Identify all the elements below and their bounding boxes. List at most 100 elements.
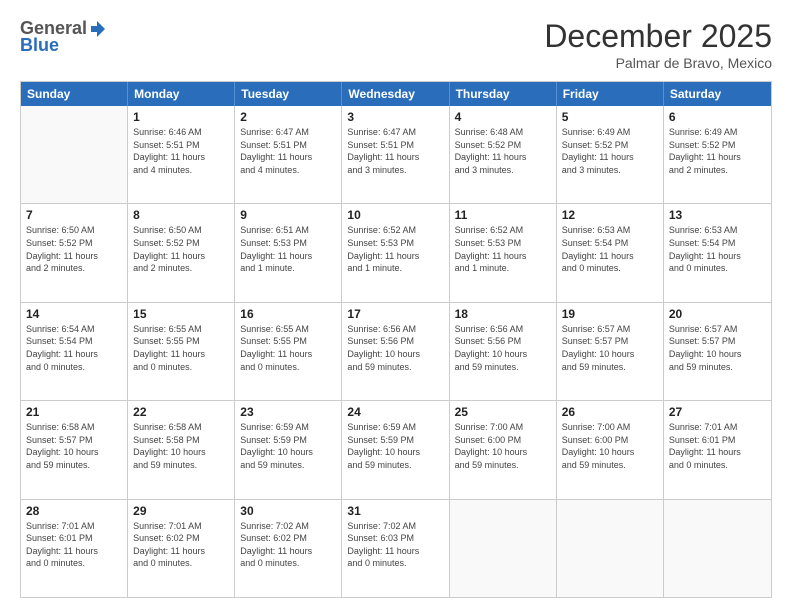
day-number: 5 <box>562 110 658 124</box>
calendar-cell: 31 Sunrise: 7:02 AM Sunset: 6:03 PM Dayli… <box>342 500 449 597</box>
day-number: 26 <box>562 405 658 419</box>
day-info: Sunrise: 7:02 AM Sunset: 6:03 PM Dayligh… <box>347 520 443 570</box>
calendar-row: 14 Sunrise: 6:54 AM Sunset: 5:54 PM Dayli… <box>21 302 771 400</box>
month-title: December 2025 <box>544 18 772 55</box>
calendar-cell: 22 Sunrise: 6:58 AM Sunset: 5:58 PM Dayli… <box>128 401 235 498</box>
day-number: 19 <box>562 307 658 321</box>
calendar-cell <box>557 500 664 597</box>
day-info: Sunrise: 6:53 AM Sunset: 5:54 PM Dayligh… <box>562 224 658 274</box>
calendar-cell: 17 Sunrise: 6:56 AM Sunset: 5:56 PM Dayli… <box>342 303 449 400</box>
calendar-cell: 14 Sunrise: 6:54 AM Sunset: 5:54 PM Dayli… <box>21 303 128 400</box>
day-info: Sunrise: 6:58 AM Sunset: 5:57 PM Dayligh… <box>26 421 122 471</box>
calendar-cell: 12 Sunrise: 6:53 AM Sunset: 5:54 PM Dayli… <box>557 204 664 301</box>
calendar-cell: 2Sunrise: 6:47 AM Sunset: 5:51 PM Daylig… <box>235 106 342 203</box>
day-info: Sunrise: 6:55 AM Sunset: 5:55 PM Dayligh… <box>240 323 336 373</box>
calendar-cell: 28 Sunrise: 7:01 AM Sunset: 6:01 PM Dayli… <box>21 500 128 597</box>
calendar-row: 21 Sunrise: 6:58 AM Sunset: 5:57 PM Dayli… <box>21 400 771 498</box>
day-info: Sunrise: 6:46 AM Sunset: 5:51 PM Dayligh… <box>133 126 229 176</box>
calendar-cell: 1 Sunrise: 6:46 AM Sunset: 5:51 PM Daylig… <box>128 106 235 203</box>
calendar-cell: 20 Sunrise: 6:57 AM Sunset: 5:57 PM Dayli… <box>664 303 771 400</box>
day-info: Sunrise: 6:58 AM Sunset: 5:58 PM Dayligh… <box>133 421 229 471</box>
day-number: 28 <box>26 504 122 518</box>
calendar-row: 1 Sunrise: 6:46 AM Sunset: 5:51 PM Daylig… <box>21 106 771 203</box>
day-info: Sunrise: 6:47 AM Sunset: 5:51 PM Dayligh… <box>347 126 443 176</box>
day-info: Sunrise: 6:51 AM Sunset: 5:53 PM Dayligh… <box>240 224 336 274</box>
day-number: 13 <box>669 208 766 222</box>
day-number: 7 <box>26 208 122 222</box>
day-number: 27 <box>669 405 766 419</box>
calendar-cell: 3Sunrise: 6:47 AM Sunset: 5:51 PM Daylig… <box>342 106 449 203</box>
calendar-cell <box>664 500 771 597</box>
day-info: Sunrise: 7:00 AM Sunset: 6:00 PM Dayligh… <box>562 421 658 471</box>
calendar-cell: 30 Sunrise: 7:02 AM Sunset: 6:02 PM Dayli… <box>235 500 342 597</box>
calendar-cell: 15 Sunrise: 6:55 AM Sunset: 5:55 PM Dayli… <box>128 303 235 400</box>
calendar-cell: 27 Sunrise: 7:01 AM Sunset: 6:01 PM Dayli… <box>664 401 771 498</box>
calendar-cell: 18 Sunrise: 6:56 AM Sunset: 5:56 PM Dayli… <box>450 303 557 400</box>
logo-icon <box>87 19 107 39</box>
day-info: Sunrise: 6:53 AM Sunset: 5:54 PM Dayligh… <box>669 224 766 274</box>
day-number: 1 <box>133 110 229 124</box>
day-info: Sunrise: 6:56 AM Sunset: 5:56 PM Dayligh… <box>347 323 443 373</box>
day-number: 31 <box>347 504 443 518</box>
day-number: 4 <box>455 110 551 124</box>
calendar: SundayMondayTuesdayWednesdayThursdayFrid… <box>20 81 772 598</box>
day-info: Sunrise: 7:01 AM Sunset: 6:02 PM Dayligh… <box>133 520 229 570</box>
day-info: Sunrise: 6:57 AM Sunset: 5:57 PM Dayligh… <box>669 323 766 373</box>
day-number: 12 <box>562 208 658 222</box>
day-number: 14 <box>26 307 122 321</box>
calendar-cell: 7 Sunrise: 6:50 AM Sunset: 5:52 PM Daylig… <box>21 204 128 301</box>
day-info: Sunrise: 7:00 AM Sunset: 6:00 PM Dayligh… <box>455 421 551 471</box>
day-info: Sunrise: 6:55 AM Sunset: 5:55 PM Dayligh… <box>133 323 229 373</box>
day-number: 22 <box>133 405 229 419</box>
logo: General Blue <box>20 18 107 56</box>
logo-blue-text: Blue <box>20 35 59 56</box>
day-info: Sunrise: 6:59 AM Sunset: 5:59 PM Dayligh… <box>347 421 443 471</box>
day-number: 8 <box>133 208 229 222</box>
day-info: Sunrise: 6:57 AM Sunset: 5:57 PM Dayligh… <box>562 323 658 373</box>
day-info: Sunrise: 7:01 AM Sunset: 6:01 PM Dayligh… <box>26 520 122 570</box>
day-info: Sunrise: 6:54 AM Sunset: 5:54 PM Dayligh… <box>26 323 122 373</box>
calendar-cell: 26 Sunrise: 7:00 AM Sunset: 6:00 PM Dayli… <box>557 401 664 498</box>
calendar-header: SundayMondayTuesdayWednesdayThursdayFrid… <box>21 82 771 106</box>
day-number: 20 <box>669 307 766 321</box>
day-info: Sunrise: 7:02 AM Sunset: 6:02 PM Dayligh… <box>240 520 336 570</box>
day-number: 18 <box>455 307 551 321</box>
calendar-cell: 9 Sunrise: 6:51 AM Sunset: 5:53 PM Daylig… <box>235 204 342 301</box>
day-info: Sunrise: 6:56 AM Sunset: 5:56 PM Dayligh… <box>455 323 551 373</box>
calendar-cell: 29Sunrise: 7:01 AM Sunset: 6:02 PM Dayli… <box>128 500 235 597</box>
day-number: 10 <box>347 208 443 222</box>
title-area: December 2025 Palmar de Bravo, Mexico <box>544 18 772 71</box>
page: General Blue December 2025 Palmar de Bra… <box>0 0 792 612</box>
calendar-row: 7 Sunrise: 6:50 AM Sunset: 5:52 PM Daylig… <box>21 203 771 301</box>
weekday-header: Sunday <box>21 82 128 106</box>
calendar-cell: 13 Sunrise: 6:53 AM Sunset: 5:54 PM Dayli… <box>664 204 771 301</box>
day-number: 30 <box>240 504 336 518</box>
calendar-cell: 5 Sunrise: 6:49 AM Sunset: 5:52 PM Daylig… <box>557 106 664 203</box>
calendar-cell: 10Sunrise: 6:52 AM Sunset: 5:53 PM Dayli… <box>342 204 449 301</box>
day-number: 23 <box>240 405 336 419</box>
day-number: 24 <box>347 405 443 419</box>
calendar-cell: 11Sunrise: 6:52 AM Sunset: 5:53 PM Dayli… <box>450 204 557 301</box>
day-number: 15 <box>133 307 229 321</box>
day-info: Sunrise: 6:49 AM Sunset: 5:52 PM Dayligh… <box>669 126 766 176</box>
day-number: 16 <box>240 307 336 321</box>
calendar-cell <box>21 106 128 203</box>
calendar-cell: 25Sunrise: 7:00 AM Sunset: 6:00 PM Dayli… <box>450 401 557 498</box>
day-info: Sunrise: 6:49 AM Sunset: 5:52 PM Dayligh… <box>562 126 658 176</box>
calendar-cell: 24 Sunrise: 6:59 AM Sunset: 5:59 PM Dayli… <box>342 401 449 498</box>
calendar-cell: 19 Sunrise: 6:57 AM Sunset: 5:57 PM Dayli… <box>557 303 664 400</box>
day-info: Sunrise: 6:52 AM Sunset: 5:53 PM Dayligh… <box>455 224 551 274</box>
weekday-header: Thursday <box>450 82 557 106</box>
day-info: Sunrise: 7:01 AM Sunset: 6:01 PM Dayligh… <box>669 421 766 471</box>
day-info: Sunrise: 6:50 AM Sunset: 5:52 PM Dayligh… <box>26 224 122 274</box>
day-number: 21 <box>26 405 122 419</box>
calendar-cell: 23Sunrise: 6:59 AM Sunset: 5:59 PM Dayli… <box>235 401 342 498</box>
weekday-header: Saturday <box>664 82 771 106</box>
weekday-header: Friday <box>557 82 664 106</box>
calendar-cell: 4Sunrise: 6:48 AM Sunset: 5:52 PM Daylig… <box>450 106 557 203</box>
day-number: 17 <box>347 307 443 321</box>
day-info: Sunrise: 6:47 AM Sunset: 5:51 PM Dayligh… <box>240 126 336 176</box>
weekday-header: Wednesday <box>342 82 449 106</box>
day-number: 9 <box>240 208 336 222</box>
subtitle: Palmar de Bravo, Mexico <box>544 55 772 71</box>
